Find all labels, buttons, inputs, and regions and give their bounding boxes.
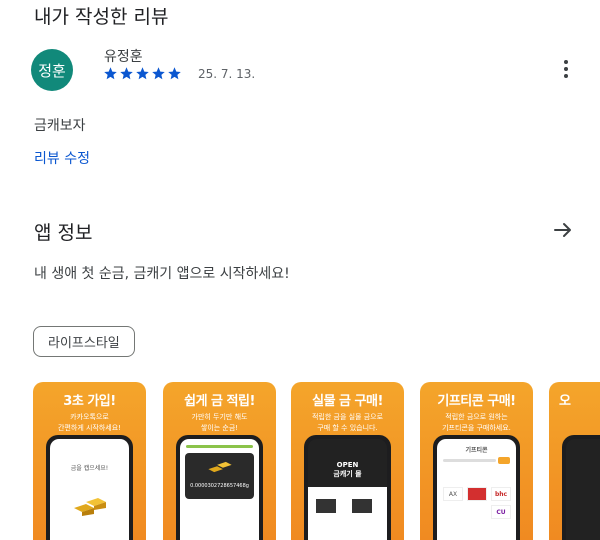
brand-logo: [467, 487, 487, 501]
brand-logo: CU: [491, 505, 511, 519]
app-description: 내 생애 첫 순금, 금캐기 앱으로 시작하세요!: [34, 266, 290, 282]
review-text: 금캐보자: [34, 118, 86, 134]
screen-text: OPEN 금캐기 몰: [333, 461, 362, 478]
screen-text: 기프티콘: [465, 447, 488, 454]
more-vert-icon: [564, 60, 568, 64]
phone-mockup: OPEN 금캐기 몰: [304, 435, 391, 540]
star-icon: [136, 67, 149, 80]
phone-mockup: 0.0000302728657468g: [176, 435, 263, 540]
screenshot-subtitle: 적립한 금으로 원하는 기프티콘을 구매하세요.: [442, 413, 511, 432]
app-info-arrow-button[interactable]: [551, 218, 575, 242]
screenshot-1[interactable]: 3초 가입! 카카오톡으로 간편하게 시작하세요! 금을 캡으세요!: [33, 382, 146, 540]
product-thumb: [316, 499, 336, 513]
arrow-right-icon: [554, 223, 571, 237]
phone-mockup: [562, 435, 600, 540]
brand-logo: bhc: [491, 487, 511, 501]
screen-bar: [186, 445, 253, 448]
more-vert-icon-dot: [564, 67, 568, 71]
product-thumb: [352, 499, 372, 513]
screenshot-title: 3초 가입!: [63, 394, 116, 409]
more-vert-icon-dot: [564, 74, 568, 78]
screenshot-title: 실물 금 구매!: [312, 394, 383, 409]
more-options-button[interactable]: [556, 56, 576, 82]
screenshot-2[interactable]: 쉽게 금 적립! 가만히 두기만 해도 쌓이는 순금! 0.0000302728…: [163, 382, 276, 540]
search-bar: [443, 459, 496, 462]
screenshot-subtitle: 적립한 금을 실물 금으로 구매 할 수 있습니다.: [311, 413, 384, 432]
avatar: 정훈: [31, 49, 73, 91]
edit-review-link[interactable]: 리뷰 수정: [34, 148, 90, 168]
phone-mockup: 금을 캡으세요!: [46, 435, 133, 540]
screenshot-title: 기프티콘 구매!: [437, 394, 516, 409]
screenshot-3[interactable]: 실물 금 구매! 적립한 금을 실물 금으로 구매 할 수 있습니다. OPEN…: [291, 382, 404, 540]
phone-screen: OPEN 금캐기 몰: [308, 439, 387, 540]
screenshot-4[interactable]: 기프티콘 구매! 적립한 금으로 원하는 기프티콘을 구매하세요. 기프티콘 A…: [420, 382, 533, 540]
screenshot-subtitle: 가만히 두기만 해도 쌓이는 순금!: [191, 413, 248, 432]
screenshot-subtitle: 카카오톡으로 간편하게 시작하세요!: [58, 413, 121, 432]
star-icon: [120, 67, 133, 80]
reviewer-name: 유정훈: [104, 49, 143, 65]
brand-logo: AX: [443, 487, 463, 501]
gold-bars-icon: [208, 461, 232, 473]
star-icon: [168, 67, 181, 80]
phone-screen: 0.0000302728657468g: [180, 439, 259, 540]
gold-bars-icon: [74, 498, 106, 516]
phone-screen: 기프티콘 AX bhc CU: [437, 439, 516, 540]
screenshot-title: 쉽게 금 적립!: [184, 394, 255, 409]
star-icon: [104, 67, 117, 80]
phone-mockup: 기프티콘 AX bhc CU: [433, 435, 520, 540]
screen-text: 금을 캡으세요!: [70, 465, 109, 472]
screenshot-carousel[interactable]: 3초 가입! 카카오톡으로 간편하게 시작하세요! 금을 캡으세요! 쉽게 금 …: [0, 382, 600, 540]
product-list: [308, 487, 387, 540]
phone-screen: [566, 439, 600, 540]
gold-amount: 0.0000302728657468g: [190, 483, 249, 489]
search-button: [498, 457, 510, 464]
category-chip[interactable]: 라이프스타일: [33, 326, 135, 357]
screenshot-title: 오: [559, 394, 571, 409]
star-rating: [103, 66, 182, 81]
star-icon: [152, 67, 165, 80]
screenshot-5[interactable]: 오: [549, 382, 600, 540]
app-info-title: 앱 정보: [34, 222, 93, 244]
phone-screen: 금을 캡으세요!: [50, 439, 129, 540]
my-review-title: 내가 작성한 리뷰: [34, 6, 169, 28]
review-date: 25. 7. 13.: [198, 67, 256, 81]
